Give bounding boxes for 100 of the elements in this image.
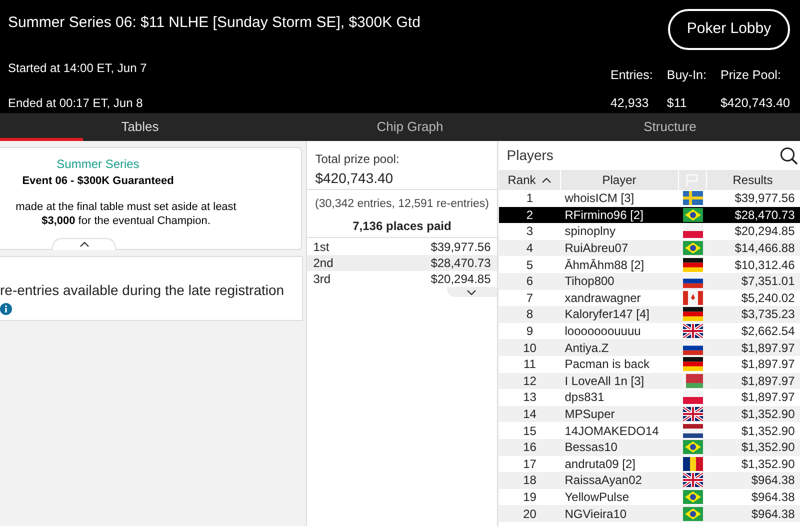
flag-icon (682, 290, 703, 305)
player-row[interactable]: 6 Tihop800 $7,351.01 (498, 272, 800, 290)
column-header[interactable]: Rank (508, 171, 536, 189)
flag-icon (682, 490, 703, 504)
result-cell-text: $964.38 (751, 488, 795, 506)
reentry-info: re-entries available during the late registration (0, 281, 286, 300)
result-cell-text: $1,897.97 (741, 389, 795, 406)
result-cell-text: $1,352.90 (741, 456, 795, 473)
sort-up-icon[interactable] (542, 178, 551, 182)
rank-cell-text: 14 (523, 406, 536, 424)
player-row[interactable]: 17 andruta09 [2] $1,352.90 (498, 456, 800, 472)
result-cell-text: $1,897.97 (741, 372, 795, 390)
player-row[interactable]: 8 Kaloryfer147 [4] $3,735.23 (498, 306, 800, 323)
result-cell-text: $20,294.85 (734, 223, 795, 240)
player-row[interactable]: 16 Bessas10 $1,352.90 (498, 438, 800, 456)
rank-cell-text: 13 (523, 389, 536, 406)
player-name: dps831 (564, 389, 604, 406)
player-name: RuiAbreu07 (564, 240, 628, 258)
rank-cell-text: 10 (523, 340, 536, 357)
player-name: Kaloryfer147 [4] (564, 306, 650, 324)
expand-tab[interactable] (446, 287, 497, 297)
rank-cell-text: 15 (523, 422, 536, 440)
player-row[interactable]: 9 looooooouuuu $2,662.54 (498, 322, 800, 340)
tab[interactable]: Chip Graph (280, 113, 540, 141)
player-name: looooooouuuu (564, 323, 641, 340)
result-cell-text: $1,897.97 (741, 340, 795, 357)
player-name: Antiya.Z (564, 340, 609, 357)
rank-cell-text: 2 (526, 206, 534, 224)
series-name: Summer Series (56, 156, 140, 173)
player-row[interactable]: 20 NGVieira10 $964.38 (498, 505, 800, 522)
payout-amount: $20,294.85 (430, 271, 491, 287)
flag-icon (682, 357, 703, 372)
stat-label: Entries: (610, 66, 653, 84)
rank-cell-text: 19 (523, 488, 536, 506)
rank-cell-text: 12 (523, 372, 536, 390)
player-name: RaissaAyan02 (564, 472, 642, 490)
tournament-title: Summer Series 06: $11 NLHE [Sunday Storm SE], $300K Gtd (8, 13, 422, 33)
player-row[interactable]: 4 RuiAbreu07 $14,466.88 (498, 240, 800, 256)
flag-icon (682, 258, 703, 272)
result-cell-text: $1,352.90 (741, 439, 795, 456)
player-row[interactable]: 18 RaissaAyan02 $964.38 (498, 472, 800, 489)
flag-icon (682, 407, 703, 422)
rank-cell-text: 11 (524, 356, 536, 374)
column-header[interactable]: Results (732, 171, 773, 189)
result-cell-text: $14,466.88 (734, 240, 795, 258)
rank-cell-text: 18 (523, 472, 536, 490)
result-cell-text: $3,735.23 (741, 306, 795, 324)
event-title: Event 06 - $300K Guaranteed (21, 174, 175, 189)
places-paid: 7,136 places paid (352, 218, 452, 236)
player-name: Tihop800 (564, 273, 614, 290)
player-name: Bessas10 (564, 439, 618, 456)
tab[interactable]: Tables (0, 113, 280, 141)
end-time: Ended at 00:17 ET, Jun 8 (8, 95, 144, 112)
entries-summary: (30,342 entries, 12,591 re-entries) (315, 197, 489, 212)
rank-cell-text: 9 (526, 323, 534, 340)
flag-icon (682, 473, 703, 488)
player-row[interactable]: 19 YellowPulse $964.38 (498, 488, 800, 506)
player-name: RFirmino96 [2] (564, 206, 644, 224)
chevron-up-icon (80, 242, 88, 247)
stat-label: Prize Pool: (720, 66, 782, 84)
flag-icon (682, 456, 703, 471)
player-name: YellowPulse (564, 488, 630, 506)
result-cell-text: $7,351.01 (741, 273, 795, 290)
info-icon[interactable] (0, 303, 12, 315)
player-row[interactable]: 14 MPSuper $1,352.90 (498, 406, 800, 422)
player-name: I LoveAll 1n [3] (564, 372, 644, 390)
player-row[interactable]: 12 I LoveAll 1n [3] $1,897.97 (498, 372, 800, 390)
flag-icon (682, 374, 703, 388)
player-row[interactable]: 2 RFirmino96 [2] $28,470.73 (498, 206, 800, 224)
rank-cell-text: 6 (526, 273, 534, 290)
result-cell-text: $1,897.97 (741, 356, 795, 374)
prize-pool-label: Total prize pool: (315, 151, 400, 168)
tab[interactable]: Structure (540, 113, 800, 141)
rank-cell-text: 4 (526, 240, 534, 258)
result-cell-text: $39,977.56 (734, 190, 795, 208)
flag-icon (682, 191, 703, 206)
flag-icon (682, 424, 703, 438)
player-row[interactable]: 7 xandrawagner $5,240.02 (498, 290, 800, 306)
flag-icon (682, 307, 703, 322)
flag-icon (682, 324, 703, 338)
player-name: 14JOMAKEDO14 (564, 422, 659, 440)
result-cell-text: $1,352.90 (741, 422, 795, 440)
flag-icon (682, 390, 703, 404)
player-row[interactable]: 10 Antiya.Z $1,897.97 (498, 339, 800, 356)
result-cell-text: $2,662.54 (741, 323, 795, 340)
poker-lobby-button[interactable]: Poker Lobby (668, 9, 790, 50)
column-header[interactable]: Player (602, 171, 636, 189)
rank-cell-text: 16 (523, 439, 536, 456)
result-cell-text: $28,470.73 (734, 206, 795, 224)
result-cell-text: $964.38 (751, 506, 795, 523)
flag-icon (682, 241, 703, 256)
payout-amount: $28,470.73 (430, 255, 491, 271)
rank-cell-text: 17 (523, 456, 536, 473)
flag-icon (682, 506, 703, 521)
rank-cell-text: 5 (526, 256, 534, 274)
search-icon[interactable] (780, 146, 798, 164)
result-cell-text: $964.38 (751, 472, 795, 490)
result-cell-text: $1,352.90 (741, 406, 795, 424)
stat-label: Buy-In: (666, 66, 706, 84)
chevron-down-icon (467, 290, 476, 294)
